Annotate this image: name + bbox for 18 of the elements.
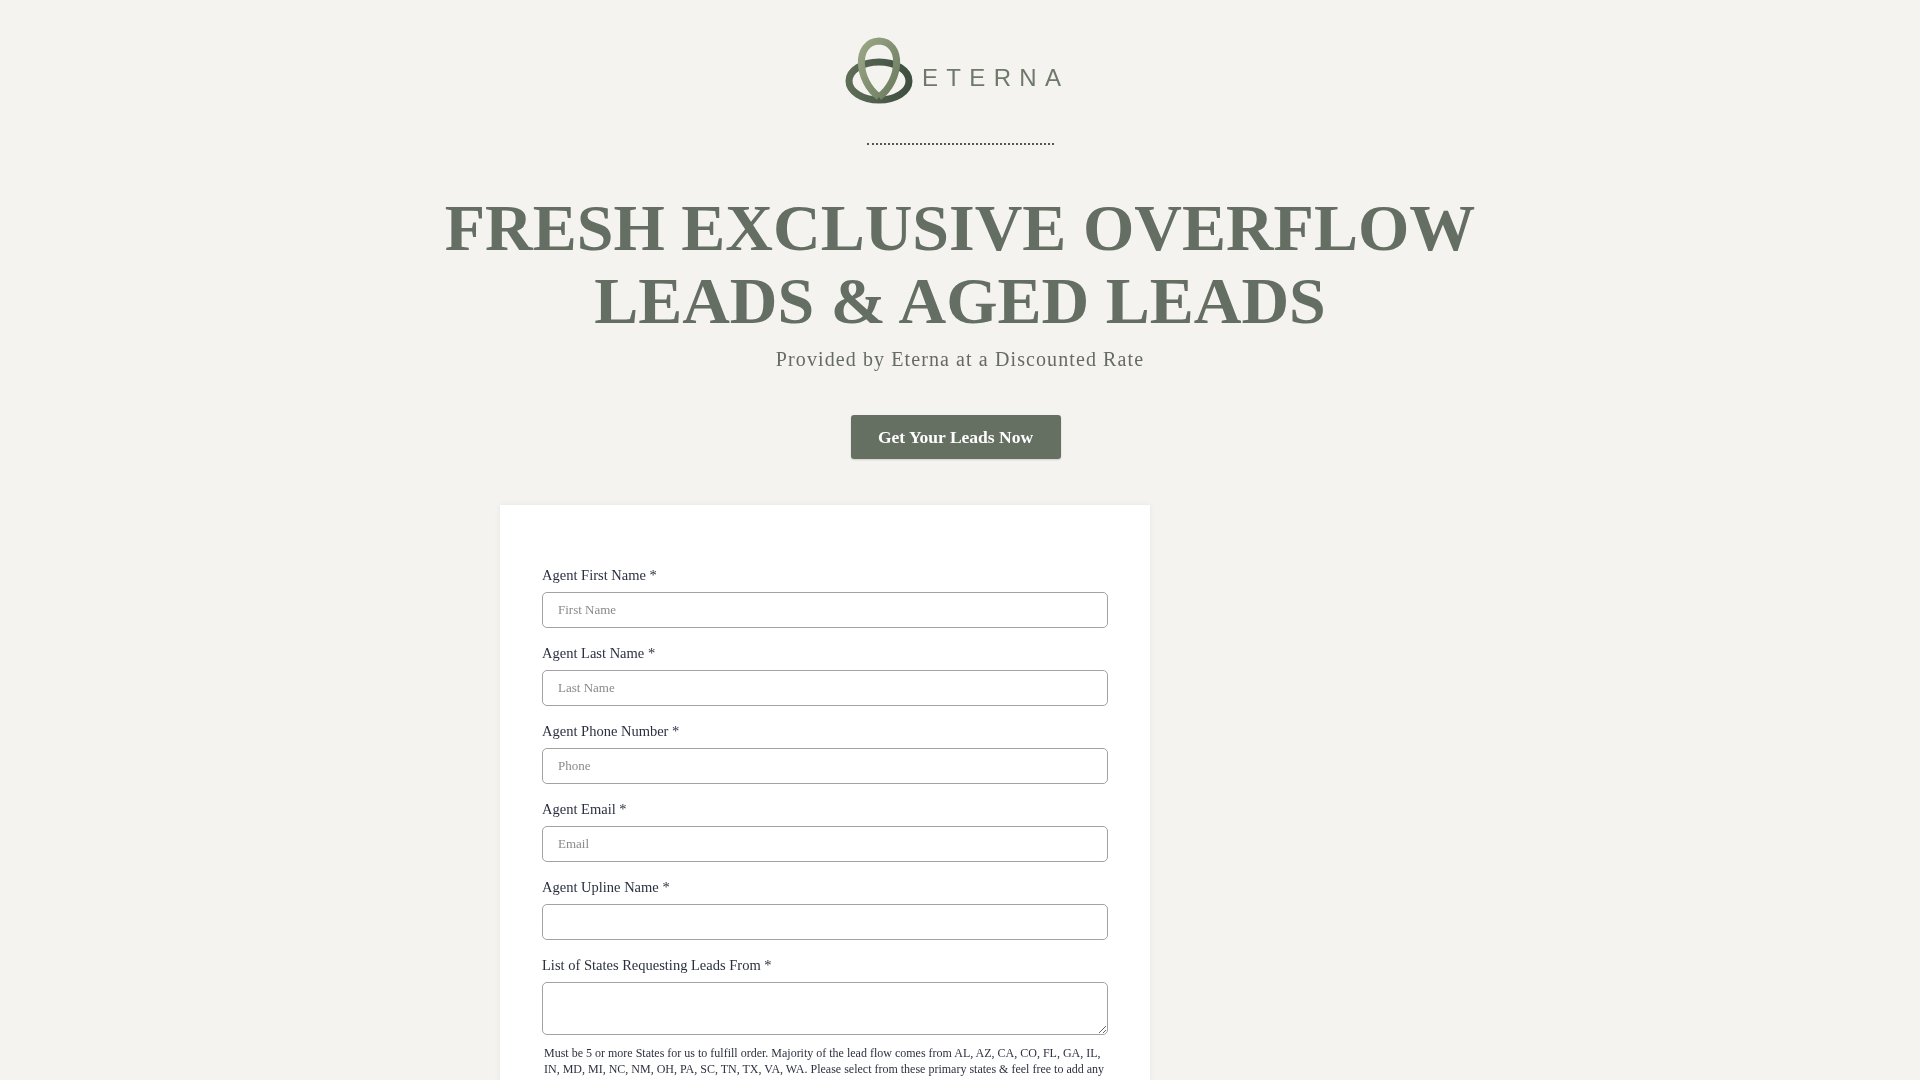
field-label: Agent Email * <box>542 800 627 818</box>
text-input-field[interactable] <box>542 904 1108 940</box>
field-label: List of States Requesting Leads From * <box>542 956 772 974</box>
subtitle: Provided by Eterna at a Discounted Rate <box>775 347 1145 371</box>
page-heading: FRESH EXCLUSIVE OVERFLOW LEADS & AGED LEADS <box>443 191 1477 337</box>
field-label: Agent Upline Name * <box>542 878 670 896</box>
text-input-field[interactable]: Last Name <box>542 670 1108 706</box>
field-label: Agent First Name * <box>542 566 657 584</box>
get-leads-button[interactable]: Get Your Leads Now <box>850 415 1061 459</box>
field-label: Agent Last Name * <box>542 644 656 662</box>
field-label: Agent Phone Number * <box>542 722 680 740</box>
text-input-field[interactable]: Email <box>542 826 1108 862</box>
text-input-field[interactable]: Phone <box>542 748 1108 784</box>
states-textarea[interactable] <box>542 982 1108 1035</box>
help-text: Must be 5 or more States for us to fulfill order. Majority of the lead flow comes from AL, AZ, CA, CO, FL, GA, IL, IN, MD, MI, NC, NM, OH, PA, SC, TN, TX, VA, WA. Please select from these primary states & feel free to add any <box>543 1045 1106 1077</box>
logo-text: ETERNA <box>922 65 1070 90</box>
text-input-field[interactable]: First Name <box>542 592 1108 628</box>
knot-logo-icon <box>845 37 914 104</box>
